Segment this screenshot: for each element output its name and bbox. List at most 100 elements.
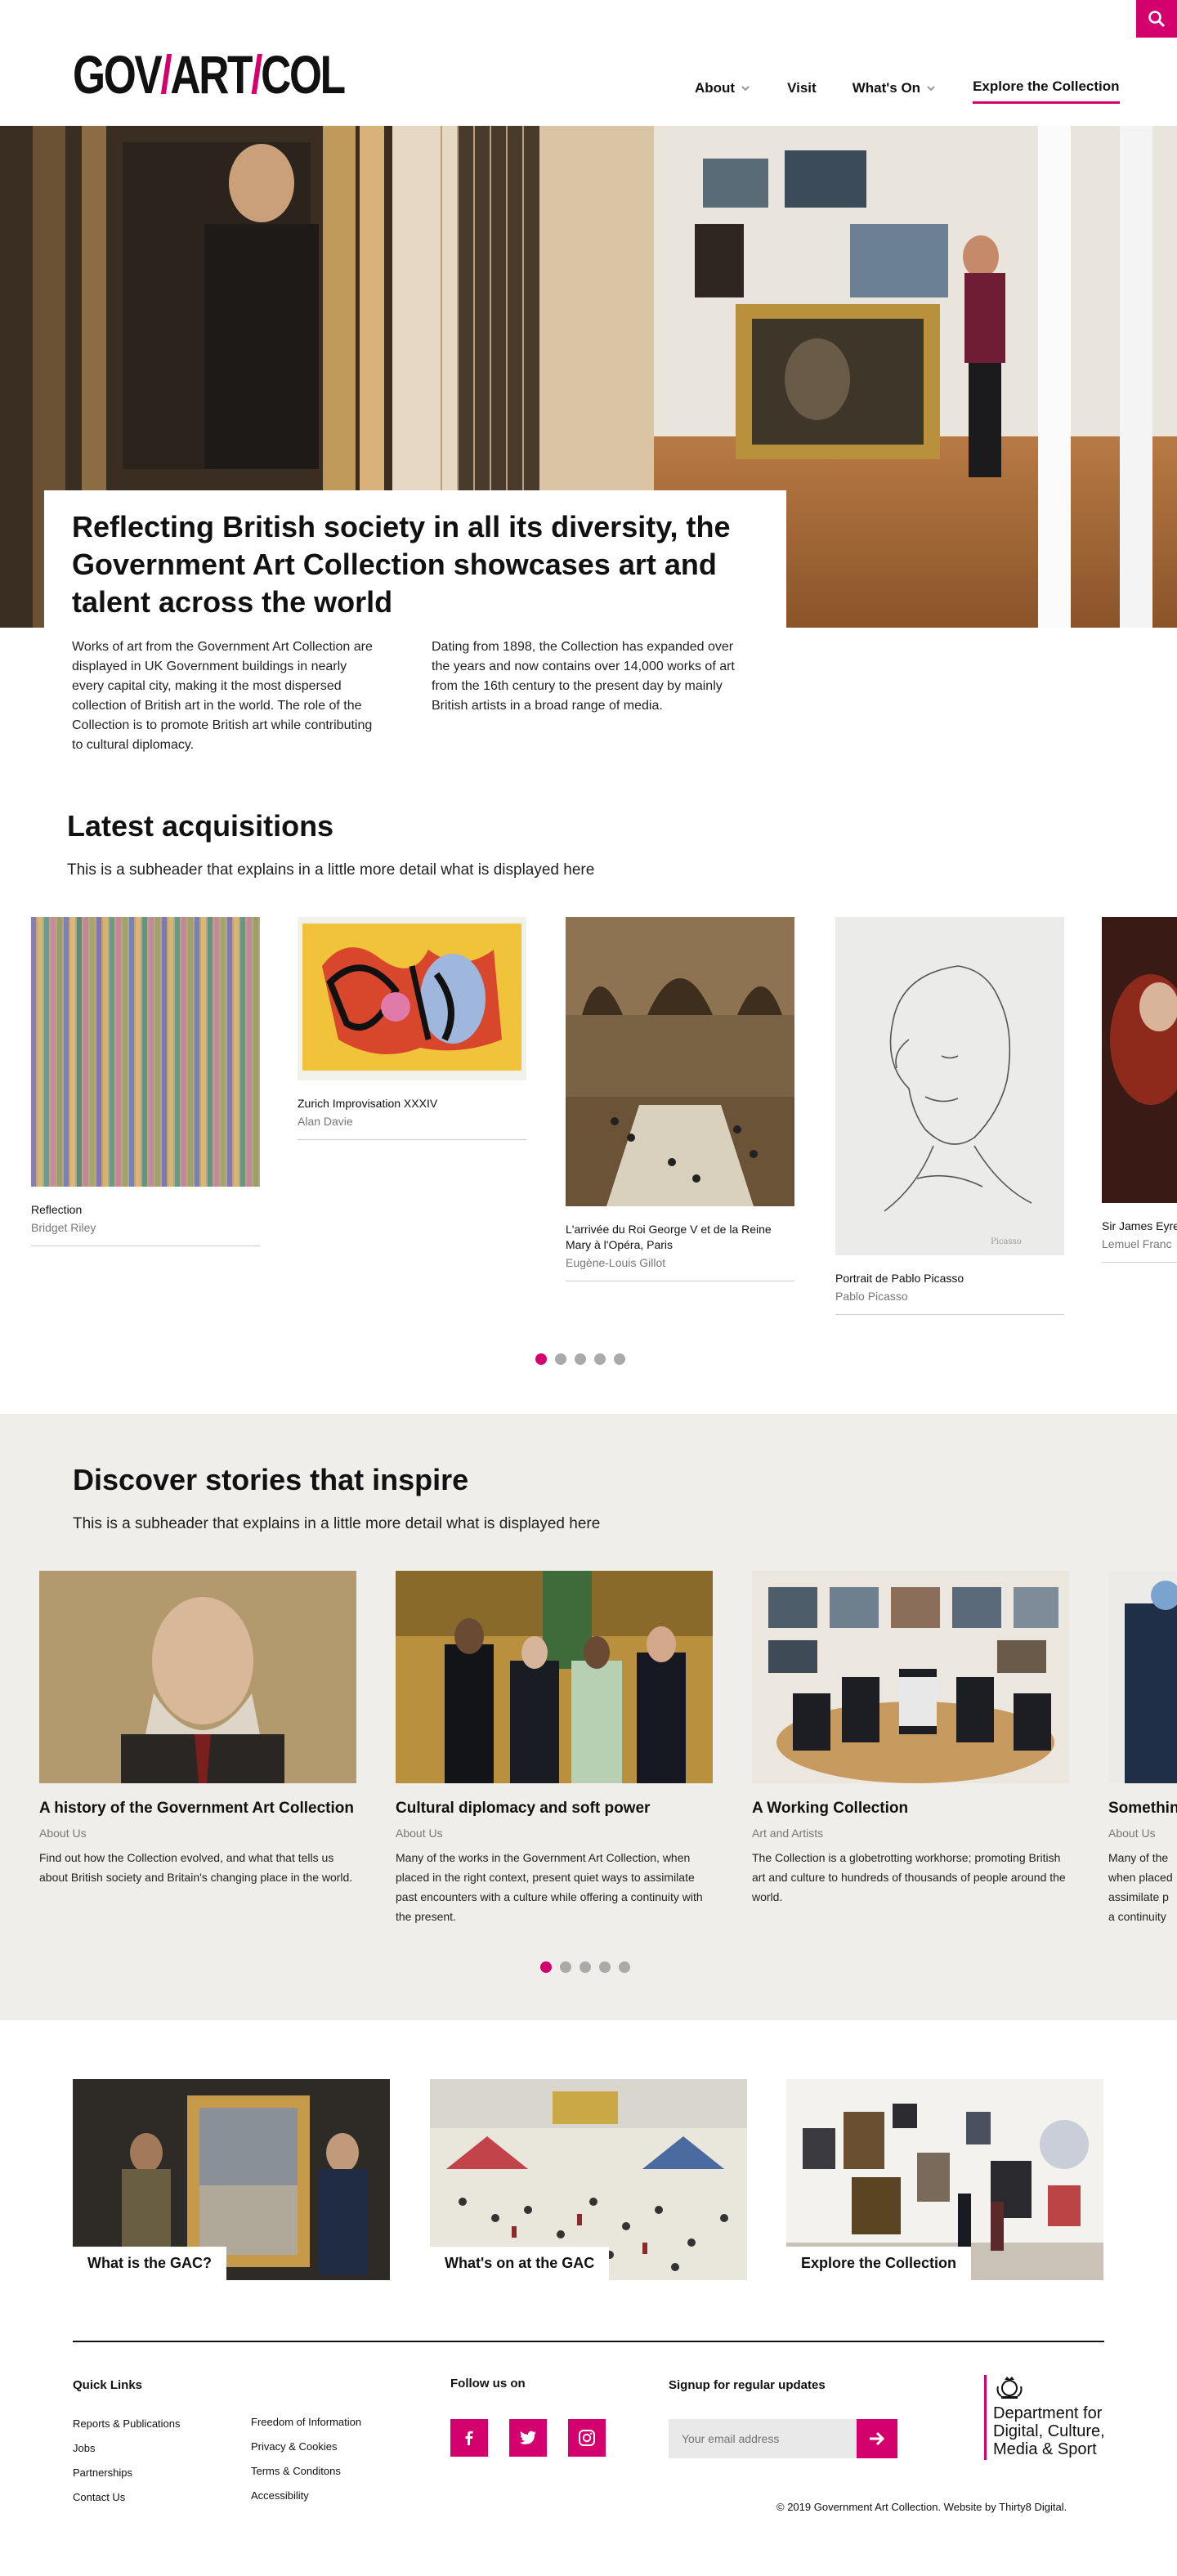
facebook-icon	[465, 2431, 473, 2445]
artwork-artist: Alan Davie	[298, 1115, 353, 1128]
artwork-artist: Pablo Picasso	[835, 1290, 908, 1303]
artwork-title: L'arrivée du Roi George V et de la Reine…	[566, 1223, 772, 1251]
search-button[interactable]	[1136, 0, 1177, 38]
hero-title: Reflecting British society in all its di…	[72, 510, 731, 619]
quick-links-title: Quick Links	[73, 2378, 143, 2392]
acquisition-card[interactable]: Sir James Eyre, Chief Justice of the Lem…	[1102, 917, 1177, 1263]
artwork-artist: Lemuel Franc	[1102, 1237, 1172, 1250]
nav-label: Explore the Collection	[973, 78, 1120, 94]
artwork-image	[298, 917, 526, 1080]
story-title: A history of the Government Art Collecti…	[39, 1800, 354, 1817]
stories-subtitle: This is a subheader that explains in a l…	[73, 1515, 601, 1532]
stories-title: Discover stories that inspire	[73, 1463, 469, 1496]
nav-explore-collection[interactable]: Explore the Collection	[973, 78, 1120, 104]
hero-text-col-1: Works of art from the Government Art Col…	[72, 640, 373, 752]
artwork-image	[566, 917, 794, 1206]
arrow-right-icon	[870, 2431, 885, 2446]
footer-link[interactable]: Reports & Publications	[73, 2417, 181, 2430]
story-image	[39, 1571, 356, 1783]
nav-label: Visit	[787, 79, 817, 96]
twitter-icon	[519, 2431, 536, 2444]
nav-whats-on[interactable]: What's On	[853, 78, 937, 104]
story-card[interactable]: Somethin About Us Many of the when place…	[1108, 1571, 1177, 1926]
footer-link[interactable]: Terms & Conditons	[251, 2465, 341, 2477]
carousel-dot[interactable]	[594, 1353, 606, 1365]
email-submit-button[interactable]	[857, 2419, 897, 2458]
artwork-image	[1102, 917, 1177, 1203]
artwork-title: Zurich Improvisation XXXIV	[298, 1097, 438, 1110]
footer-link[interactable]: Freedom of Information	[251, 2416, 361, 2428]
nav-visit[interactable]: Visit	[787, 78, 817, 104]
story-category: About Us	[1108, 1827, 1156, 1840]
footer-link[interactable]: Accessibility	[251, 2489, 309, 2502]
carousel-dot[interactable]	[555, 1353, 566, 1365]
story-text: Find out how the Collection evolved, and…	[39, 1851, 353, 1884]
carousel-dot[interactable]	[535, 1353, 547, 1365]
story-image	[752, 1571, 1069, 1783]
carousel-dot[interactable]	[614, 1353, 625, 1365]
hero-columns: Works of art from the Government Art Col…	[72, 637, 759, 755]
twitter-button[interactable]	[509, 2419, 547, 2457]
carousel-dot[interactable]	[580, 1961, 591, 1973]
story-text: The Collection is a globetrotting workho…	[752, 1851, 1066, 1903]
acquisition-card[interactable]: L'arrivée du Roi George V et de la Reine…	[566, 917, 794, 1281]
main-nav: About Visit What's On Explore the Collec…	[695, 78, 1120, 104]
site-logo[interactable]: GOV/ART/COL	[73, 47, 346, 101]
copyright: © 2019 Government Art Collection. Websit…	[776, 2501, 1067, 2513]
artwork-title: Portrait de Pablo Picasso	[835, 1272, 964, 1285]
acquisition-card[interactable]: Zurich Improvisation XXXIV Alan Davie	[298, 917, 526, 1140]
acquisition-card[interactable]: Picasso Portrait de Pablo Picasso Pablo …	[835, 917, 1064, 1315]
artwork-artist: Bridget Riley	[31, 1221, 96, 1234]
search-icon	[1148, 11, 1166, 28]
story-card[interactable]: A Working Collection Art and Artists The…	[752, 1571, 1069, 1907]
story-card[interactable]: Cultural diplomacy and soft power About …	[396, 1571, 713, 1926]
acquisitions-carousel-dots	[535, 1353, 625, 1365]
story-image	[396, 1571, 713, 1783]
facebook-button[interactable]	[450, 2419, 488, 2457]
instagram-button[interactable]	[568, 2419, 606, 2457]
instagram-icon	[579, 2430, 595, 2446]
story-title: Cultural diplomacy and soft power	[396, 1800, 651, 1817]
artwork-title: Sir James Eyre, Chief Justice of the	[1102, 1219, 1177, 1232]
email-field[interactable]	[669, 2419, 857, 2458]
story-category: About Us	[396, 1827, 443, 1840]
story-category: Art and Artists	[752, 1827, 824, 1840]
carousel-dot[interactable]	[619, 1961, 630, 1973]
promo-label: Explore the Collection	[786, 2247, 972, 2280]
footer-link[interactable]: Privacy & Cookies	[251, 2440, 337, 2453]
carousel-dot[interactable]	[599, 1961, 611, 1973]
acquisitions-title: Latest acquisitions	[67, 809, 334, 843]
promo-whats-on[interactable]: What's on at the GAC	[430, 2079, 747, 2280]
nav-about[interactable]: About	[695, 78, 751, 104]
story-title: Somethin	[1108, 1800, 1177, 1817]
story-card[interactable]: A history of the Government Art Collecti…	[39, 1571, 356, 1887]
artwork-image: Picasso	[835, 917, 1064, 1255]
story-text: Many of the works in the Government Art …	[396, 1851, 703, 1923]
footer-divider	[73, 2341, 1104, 2342]
promo-what-is-gac[interactable]: What is the GAC?	[73, 2079, 390, 2280]
carousel-dot[interactable]	[560, 1961, 571, 1973]
promo-explore-collection[interactable]: Explore the Collection	[786, 2079, 1103, 2280]
hero-intro: Reflecting British society in all its di…	[44, 490, 786, 768]
carousel-dot[interactable]	[540, 1961, 552, 1973]
hero-text-col-2: Dating from 1898, the Collection has exp…	[432, 640, 735, 713]
royal-crest-icon	[996, 2377, 1023, 2399]
acquisition-card[interactable]: Reflection Bridget Riley	[31, 917, 260, 1246]
dcms-logo[interactable]: Department for Digital, Culture, Media &…	[984, 2375, 1107, 2460]
carousel-dot[interactable]	[575, 1353, 586, 1365]
story-image	[1108, 1571, 1177, 1783]
dcms-text: Department for Digital, Culture, Media &…	[993, 2404, 1105, 2458]
story-category: About Us	[39, 1827, 87, 1840]
chevron-down-icon	[927, 85, 935, 91]
nav-label: What's On	[852, 79, 921, 96]
artwork-artist: Eugène-Louis Gillot	[566, 1256, 666, 1269]
follow-us-title: Follow us on	[450, 2377, 526, 2390]
footer-link[interactable]: Contact Us	[73, 2491, 125, 2503]
promo-label: What's on at the GAC	[430, 2247, 610, 2280]
story-text: Many of the when placed assimilate p a c…	[1108, 1851, 1173, 1923]
footer-link[interactable]: Jobs	[73, 2442, 95, 2454]
chevron-down-icon	[741, 85, 750, 91]
svg-text:Picasso: Picasso	[991, 1237, 1022, 1246]
footer-link[interactable]: Partnerships	[73, 2466, 132, 2479]
acquisitions-subtitle: This is a subheader that explains in a l…	[67, 861, 595, 879]
